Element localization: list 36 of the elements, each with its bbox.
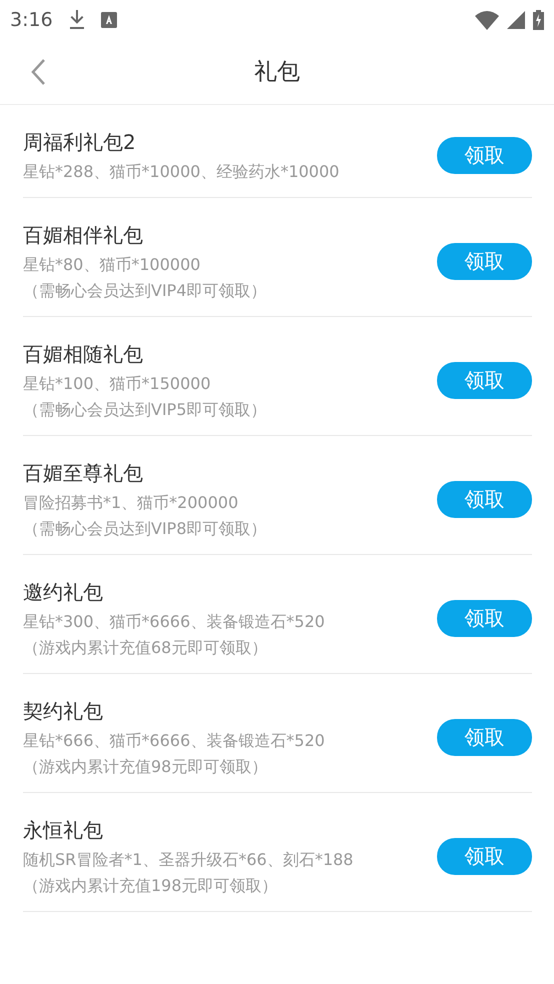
claim-button[interactable]: 领取 <box>437 838 532 874</box>
signal-icon <box>507 11 525 29</box>
download-icon <box>68 10 85 30</box>
wifi-icon <box>475 10 499 30</box>
gift-name: 百媚至尊礼包 <box>23 460 144 487</box>
gift-rewards: 星钻*100、猫币*150000 <box>23 373 212 395</box>
back-icon <box>30 58 46 86</box>
claim-button[interactable]: 领取 <box>437 600 532 636</box>
gift-condition: （游戏内累计充值68元即可领取） <box>23 637 268 659</box>
claim-button[interactable]: 领取 <box>437 718 532 756</box>
back-button[interactable] <box>30 58 46 86</box>
gift-rewards: 星钻*666、猫币*6666、装备锻造石*520 <box>23 730 326 752</box>
claim-button[interactable]: 领取 <box>437 242 532 280</box>
gift-name: 永恒礼包 <box>23 817 104 844</box>
gift-condition: （游戏内累计充值98元即可领取） <box>23 756 268 778</box>
gift-condition: （需畅心会员达到VIP4即可领取） <box>23 280 268 302</box>
claim-button[interactable]: 领取 <box>437 480 532 518</box>
gift-name: 百媚相随礼包 <box>23 341 144 368</box>
gift-rewards: 星钻*288、猫币*10000、经验药水*10000 <box>23 161 340 183</box>
page-title: 礼包 <box>254 58 300 87</box>
gift-name: 周福利礼包2 <box>23 129 137 156</box>
gift-condition: （游戏内累计充值198元即可领取） <box>23 875 279 897</box>
gift-name: 邀约礼包 <box>23 579 104 606</box>
status-time: 3:16 <box>10 8 53 33</box>
gift-rewards: 星钻*80、猫币*100000 <box>23 254 202 276</box>
gift-name: 契约礼包 <box>23 698 104 725</box>
gift-name: 百媚相伴礼包 <box>23 222 144 249</box>
gift-rewards: 冒险招募书*1、猫币*200000 <box>23 492 240 514</box>
claim-button[interactable]: 领取 <box>437 136 532 174</box>
claim-button[interactable]: 领取 <box>437 362 532 398</box>
gift-rewards: 星钻*300、猫币*6666、装备锻造石*520 <box>23 611 326 633</box>
gift-rewards: 随机SR冒险者*1、圣器升级石*66、刻石*188 <box>23 849 354 871</box>
battery-icon <box>533 10 544 30</box>
notification-icon <box>100 12 117 28</box>
gift-condition: （需畅心会员达到VIP5即可领取） <box>23 399 268 421</box>
gift-condition: （需畅心会员达到VIP8即可领取） <box>23 518 268 540</box>
